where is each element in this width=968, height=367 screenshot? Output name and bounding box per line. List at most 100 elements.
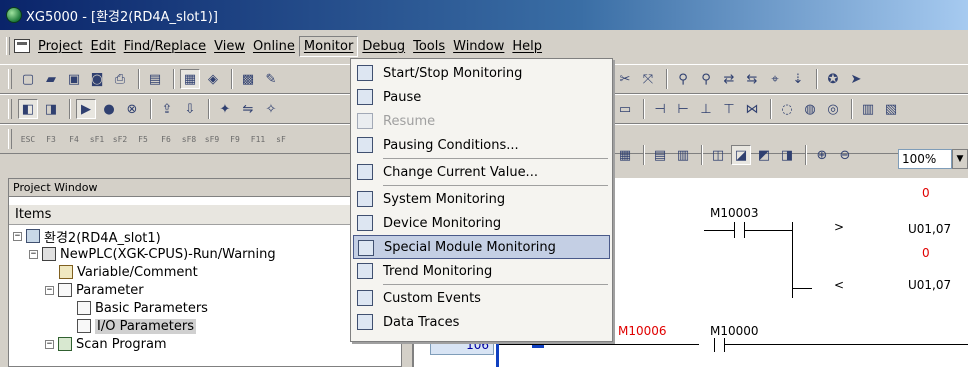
tree-item-scan-program[interactable]: − Scan Program	[45, 335, 167, 353]
menu-system-monitoring[interactable]: System Monitoring	[353, 187, 610, 211]
chevron-down-icon[interactable]: ▼	[952, 149, 968, 169]
contact-nc-icon[interactable]: ⊢	[673, 99, 693, 119]
menu-tools[interactable]: Tools	[409, 37, 449, 56]
comment-view-icon[interactable]: ◨	[777, 145, 797, 165]
contact-no-icon[interactable]: ⊣	[650, 99, 670, 119]
il-view-icon[interactable]: ▤	[650, 145, 670, 165]
coil-reset-icon[interactable]: ◎	[823, 99, 843, 119]
tree-item-parameter[interactable]: − Parameter	[45, 281, 144, 299]
f11-key-button[interactable]: F11	[248, 135, 268, 144]
document-icon[interactable]	[14, 39, 30, 53]
print-preview-icon[interactable]: ▤	[145, 69, 165, 89]
tree-item-io-parameters[interactable]: I/O Parameters	[77, 317, 196, 335]
menu-help[interactable]: Help	[508, 37, 546, 56]
contact-inv-icon[interactable]: ⋈	[742, 99, 762, 119]
compare-icon[interactable]: ⇋	[238, 99, 258, 119]
tree-item-variable-comment[interactable]: Variable/Comment	[59, 263, 198, 281]
collapse-icon[interactable]: −	[45, 339, 54, 349]
f4-key-button[interactable]: F4	[64, 135, 84, 144]
sf-key-button[interactable]: sF	[271, 135, 291, 144]
bookmark-next-icon[interactable]: ➤	[846, 69, 866, 89]
menu-project[interactable]: Project	[34, 37, 86, 56]
find-next-icon[interactable]: ⚲	[696, 69, 716, 89]
tree-item-project[interactable]: − 환경2(RD4A_slot1)	[13, 227, 161, 246]
items-column-header[interactable]: Items	[9, 205, 401, 225]
tree-item-plc[interactable]: − NewPLC(XGK-CPUS)-Run/Warning	[29, 245, 276, 263]
f5-key-button[interactable]: F5	[133, 135, 153, 144]
open-folder-icon[interactable]: ▰	[41, 69, 61, 89]
sf1-key-button[interactable]: sF1	[87, 135, 107, 144]
menu-pause[interactable]: Pause	[353, 85, 610, 109]
sf8-key-button[interactable]: sF8	[179, 135, 199, 144]
menu-online[interactable]: Online	[249, 37, 299, 56]
device-find-icon[interactable]: ⌖	[765, 69, 785, 89]
menu-monitor[interactable]: Monitor	[298, 35, 359, 57]
menu-special-module-monitoring[interactable]: Special Module Monitoring	[353, 235, 610, 259]
grid-icon[interactable]: ▩	[238, 69, 258, 89]
zoom-select[interactable]: 100%	[898, 149, 952, 169]
goto-icon[interactable]: ⇣	[788, 69, 808, 89]
menu-pausing-conditions[interactable]: Pausing Conditions...	[353, 133, 610, 157]
replace-icon[interactable]: ⇄	[719, 69, 739, 89]
menu-start-stop-monitoring[interactable]: Start/Stop Monitoring	[353, 61, 610, 85]
coil-icon[interactable]: ◌	[777, 99, 797, 119]
menu-data-traces[interactable]: Data Traces	[353, 310, 610, 334]
toolbar-grip[interactable]	[8, 129, 12, 149]
new-file-icon[interactable]: ▢	[18, 69, 38, 89]
sf2-key-button[interactable]: sF2	[110, 135, 130, 144]
cut-icon[interactable]: ✂	[615, 69, 635, 89]
toolbar-grip[interactable]	[8, 99, 12, 119]
pause-mode-icon[interactable]: ⊗	[122, 99, 142, 119]
menu-trend-monitoring[interactable]: Trend Monitoring	[353, 259, 610, 283]
print-icon[interactable]: ⎙	[110, 69, 130, 89]
function-block-icon[interactable]: ▧	[881, 99, 901, 119]
write-icon[interactable]: ⇪	[157, 99, 177, 119]
bookmark-icon[interactable]: ✪	[823, 69, 843, 89]
table-view-icon[interactable]: ▥	[673, 145, 693, 165]
collapse-icon[interactable]: −	[13, 231, 22, 241]
collapse-icon[interactable]: −	[45, 285, 54, 295]
sf9-key-button[interactable]: sF9	[202, 135, 222, 144]
find-icon[interactable]: ⚲	[673, 69, 693, 89]
contact-p-icon[interactable]: ⊥	[696, 99, 716, 119]
contact-n-icon[interactable]: ⊤	[719, 99, 739, 119]
toolbar-grip[interactable]	[8, 69, 12, 89]
menu-change-current-value[interactable]: Change Current Value...	[353, 160, 610, 184]
view-icon[interactable]: ◈	[203, 69, 223, 89]
save-all-icon[interactable]: ▣	[64, 69, 84, 89]
menu-find-replace[interactable]: Find/Replace	[120, 37, 210, 56]
menu-device-monitoring[interactable]: Device Monitoring	[353, 211, 610, 235]
menubar-grip[interactable]	[6, 37, 10, 55]
wizard-icon[interactable]: ✎	[261, 69, 281, 89]
variable-view-icon[interactable]: ◩	[754, 145, 774, 165]
menu-window[interactable]: Window	[449, 37, 508, 56]
zoom-out-icon[interactable]: ⊖	[835, 145, 855, 165]
stop-mode-icon[interactable]: ●	[99, 99, 119, 119]
menu-custom-events[interactable]: Custom Events	[353, 286, 610, 310]
monitor-view-icon[interactable]: ◫	[708, 145, 728, 165]
connect-icon[interactable]: ◧	[18, 99, 38, 119]
compile-icon[interactable]: ✦	[215, 99, 235, 119]
menu-view[interactable]: View	[210, 37, 249, 56]
zoom-in-icon[interactable]: ⊕	[812, 145, 832, 165]
f3-key-button[interactable]: F3	[41, 135, 61, 144]
menu-edit[interactable]: Edit	[86, 37, 119, 56]
esc-key-button[interactable]: ESC	[18, 135, 38, 144]
save-icon[interactable]: ◙	[87, 69, 107, 89]
ladder-view-icon[interactable]: ▦	[615, 145, 635, 165]
menu-debug[interactable]: Debug	[358, 37, 409, 56]
function-icon[interactable]: ▥	[858, 99, 878, 119]
collapse-icon[interactable]: −	[29, 249, 38, 259]
monitor-toggle-icon[interactable]: ▭	[615, 99, 635, 119]
crossref-icon[interactable]: ⤧	[638, 69, 658, 89]
project-window-icon[interactable]: ▦	[180, 69, 200, 89]
f9-key-button[interactable]: F9	[225, 135, 245, 144]
replace-all-icon[interactable]: ⇆	[742, 69, 762, 89]
reset-icon[interactable]: ✧	[261, 99, 281, 119]
read-icon[interactable]: ⇩	[180, 99, 200, 119]
device-view-icon[interactable]: ◪	[731, 145, 751, 165]
coil-set-icon[interactable]: ◍	[800, 99, 820, 119]
disconnect-icon[interactable]: ◨	[41, 99, 61, 119]
run-mode-icon[interactable]: ▶	[76, 99, 96, 119]
tree-item-basic-parameters[interactable]: Basic Parameters	[77, 299, 208, 317]
